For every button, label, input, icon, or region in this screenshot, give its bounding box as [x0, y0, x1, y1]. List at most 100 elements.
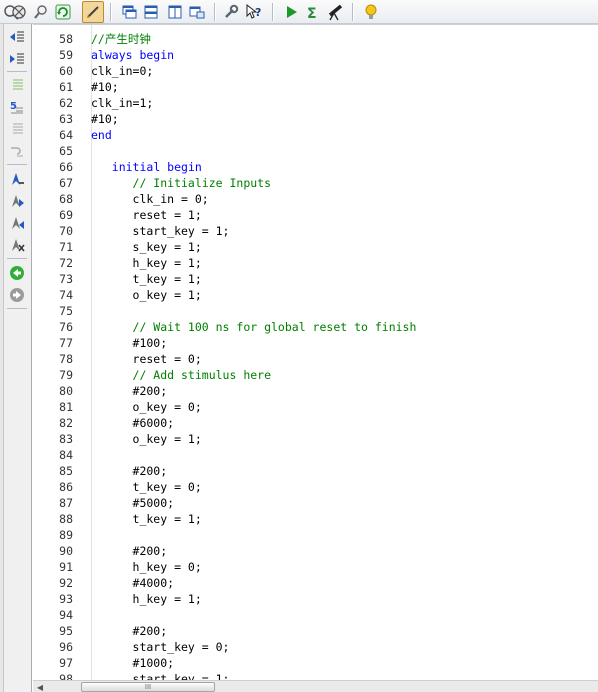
- code-line[interactable]: 62 clk_in=1;: [33, 95, 598, 111]
- code-line[interactable]: 72 h_key = 1;: [33, 255, 598, 271]
- uncomment-lines-icon[interactable]: 5: [8, 98, 26, 116]
- zoom-icon[interactable]: [30, 1, 52, 23]
- undo-comment-icon[interactable]: [8, 142, 26, 160]
- horizontal-scrollbar[interactable]: ◀ III: [33, 680, 598, 692]
- code-line[interactable]: 96 start_key = 0;: [33, 639, 598, 655]
- code-token: #1000;: [91, 656, 175, 670]
- code-text: h_key = 1;: [91, 591, 202, 607]
- pen-icon[interactable]: [82, 1, 104, 23]
- line-number: 82: [59, 416, 73, 430]
- code-line[interactable]: 81 o_key = 0;: [33, 399, 598, 415]
- code-line[interactable]: 89: [33, 527, 598, 543]
- run-icon[interactable]: [280, 1, 302, 23]
- window-restore-icon[interactable]: [186, 1, 208, 23]
- code-line[interactable]: 67 // Initialize Inputs: [33, 175, 598, 191]
- line-number: 95: [59, 624, 73, 638]
- code-line[interactable]: 87 #5000;: [33, 495, 598, 511]
- code-token: o_key = 0;: [91, 400, 202, 414]
- code-line[interactable]: 98 start_key = 1;: [33, 671, 598, 680]
- code-line[interactable]: 68 clk_in = 0;: [33, 191, 598, 207]
- code-line[interactable]: 80 #200;: [33, 383, 598, 399]
- code-line[interactable]: 78 reset = 0;: [33, 351, 598, 367]
- go-forward-icon[interactable]: [8, 286, 26, 304]
- code-text: start_key = 1;: [91, 223, 230, 239]
- code-token: #200;: [91, 464, 168, 478]
- code-line[interactable]: 66 initial begin: [33, 159, 598, 175]
- window-cascade-icon[interactable]: [118, 1, 140, 23]
- zoom-area-icon[interactable]: [8, 1, 30, 23]
- indent-right-icon[interactable]: [8, 50, 26, 68]
- wrench-icon[interactable]: [220, 1, 242, 23]
- code-line[interactable]: 59 always begin: [33, 47, 598, 63]
- code-line[interactable]: 90 #200;: [33, 543, 598, 559]
- line-number: 78: [59, 352, 73, 366]
- code-line[interactable]: 97 #1000;: [33, 655, 598, 671]
- code-text: #4000;: [91, 575, 175, 591]
- bookmark-prev-icon[interactable]: [8, 214, 26, 232]
- go-back-icon[interactable]: [8, 264, 26, 282]
- code-line[interactable]: 58 //产生时钟: [33, 31, 598, 47]
- code-line[interactable]: 64 end: [33, 127, 598, 143]
- code-line[interactable]: 94: [33, 607, 598, 623]
- code-line[interactable]: 74 o_key = 1;: [33, 287, 598, 303]
- code-line[interactable]: 85 #200;: [33, 463, 598, 479]
- keyword-token: always begin: [91, 48, 175, 62]
- code-text: always begin: [91, 47, 174, 63]
- left-toolbar: 5: [0, 24, 32, 692]
- code-line[interactable]: 95 #200;: [33, 623, 598, 639]
- code-line[interactable]: 77 #100;: [33, 335, 598, 351]
- code-line[interactable]: 91 h_key = 0;: [33, 559, 598, 575]
- code-text: // Initialize Inputs: [91, 175, 271, 191]
- code-line[interactable]: 71 s_key = 1;: [33, 239, 598, 255]
- code-text: start_key = 0;: [91, 639, 230, 655]
- line-number: 68: [59, 192, 73, 206]
- lightbulb-icon[interactable]: [360, 1, 382, 23]
- code-text: clk_in=0;: [91, 63, 153, 79]
- code-text: o_key = 1;: [91, 431, 202, 447]
- indent-left-icon[interactable]: [8, 28, 26, 46]
- line-number: 97: [59, 656, 73, 670]
- line-number: 64: [59, 128, 73, 142]
- telescope-icon[interactable]: [324, 1, 346, 23]
- bookmark-toggle-icon[interactable]: [8, 170, 26, 188]
- code-editor[interactable]: 58//产生时钟 59 always begin 60 clk_in=0; 61 #10; 6…: [33, 24, 598, 680]
- code-text: t_key = 1;: [91, 271, 202, 287]
- code-token: o_key = 1;: [91, 432, 202, 446]
- code-line[interactable]: 70 start_key = 1;: [33, 223, 598, 239]
- code-line[interactable]: 73 t_key = 1;: [33, 271, 598, 287]
- code-text: h_key = 0;: [91, 559, 202, 575]
- code-line[interactable]: 61 #10;: [33, 79, 598, 95]
- code-line[interactable]: 88 t_key = 1;: [33, 511, 598, 527]
- scroll-left-arrow[interactable]: ◀: [35, 682, 45, 692]
- line-number: 87: [59, 496, 73, 510]
- code-line[interactable]: 63 #10;: [33, 111, 598, 127]
- code-token: s_key = 1;: [91, 240, 202, 254]
- align-lines-icon[interactable]: [8, 120, 26, 138]
- help-icon[interactable]: ?: [244, 1, 266, 23]
- line-number: 76: [59, 320, 73, 334]
- code-line[interactable]: 76 // Wait 100 ns for global reset to fi…: [33, 319, 598, 335]
- code-line[interactable]: 69 reset = 1;: [33, 207, 598, 223]
- bookmark-clear-icon[interactable]: [8, 236, 26, 254]
- sigma-icon[interactable]: Σ: [302, 1, 324, 23]
- code-line[interactable]: 84: [33, 447, 598, 463]
- bookmark-next-icon[interactable]: [8, 192, 26, 210]
- window-tile-v-icon[interactable]: [164, 1, 186, 23]
- comment-token: // Wait 100 ns for global reset to finis…: [91, 320, 417, 334]
- code-line[interactable]: 65: [33, 143, 598, 159]
- comment-lines-icon[interactable]: [8, 76, 26, 94]
- code-line[interactable]: 60 clk_in=0;: [33, 63, 598, 79]
- window-tile-h-icon[interactable]: [140, 1, 162, 23]
- code-text: start_key = 1;: [91, 671, 230, 680]
- code-token: t_key = 1;: [91, 512, 202, 526]
- code-line[interactable]: 79 // Add stimulus here: [33, 367, 598, 383]
- code-line[interactable]: 92 #4000;: [33, 575, 598, 591]
- code-line[interactable]: 86 t_key = 0;: [33, 479, 598, 495]
- code-line[interactable]: 83 o_key = 1;: [33, 431, 598, 447]
- code-line[interactable]: 75: [33, 303, 598, 319]
- line-number: 69: [59, 208, 73, 222]
- code-line[interactable]: 82 #6000;: [33, 415, 598, 431]
- refresh-icon[interactable]: [52, 1, 74, 23]
- scroll-thumb[interactable]: III: [81, 682, 215, 692]
- code-line[interactable]: 93 h_key = 1;: [33, 591, 598, 607]
